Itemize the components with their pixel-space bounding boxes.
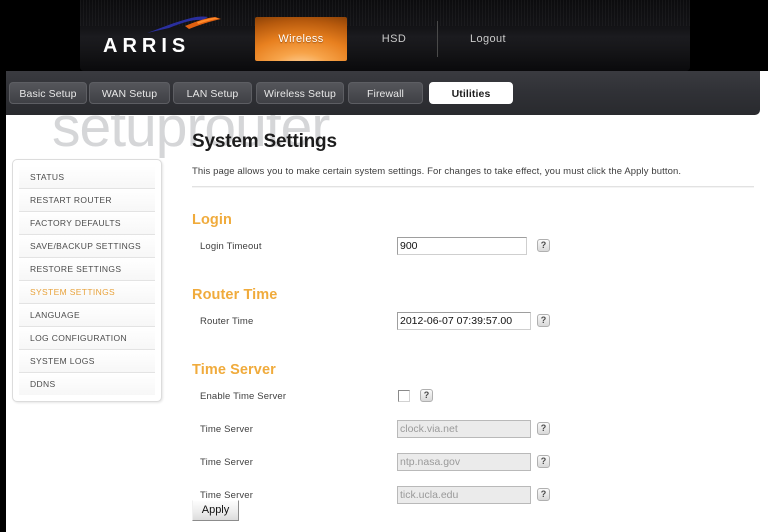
sidebar-label-system-settings: SYSTEM SETTINGS (30, 287, 115, 297)
topnav-label-hsd: HSD (382, 33, 406, 45)
input-time-server-3[interactable] (397, 486, 531, 504)
label-router-time: Router Time (200, 316, 253, 327)
topnav-divider (437, 21, 438, 57)
sidebar-item-save-backup-settings[interactable]: SAVE/BACKUP SETTINGS (19, 235, 155, 258)
label-time-server-2: Time Server (200, 457, 253, 468)
help-icon-login-timeout[interactable]: ? (537, 239, 550, 252)
topnav-label-logout: Logout (470, 33, 506, 45)
tab-label-utilities: Utilities (452, 88, 491, 100)
sidebar-label-log-configuration: LOG CONFIGURATION (30, 333, 127, 343)
sidebar-item-log-configuration[interactable]: LOG CONFIGURATION (19, 327, 155, 350)
input-time-server-1[interactable] (397, 420, 531, 438)
sidebar-item-language[interactable]: LANGUAGE (19, 304, 155, 327)
topnav-item-hsd[interactable]: HSD (355, 17, 433, 61)
page-description: This page allows you to make certain sys… (192, 166, 758, 177)
topnav-item-wireless[interactable]: Wireless (255, 17, 347, 61)
arris-logo[interactable]: ARRIS (103, 16, 221, 60)
tab-label-firewall: Firewall (367, 88, 404, 100)
input-time-server-2[interactable] (397, 453, 531, 471)
sidebar-label-restore-settings: RESTORE SETTINGS (30, 264, 121, 274)
sidebar-label-restart-router: RESTART ROUTER (30, 195, 112, 205)
header-divider (192, 186, 754, 188)
label-time-server-1: Time Server (200, 424, 253, 435)
sidebar-item-system-logs[interactable]: SYSTEM LOGS (19, 350, 155, 373)
help-icon-time-server-2[interactable]: ? (537, 455, 550, 468)
utilities-sidebar: STATUS RESTART ROUTER FACTORY DEFAULTS S… (12, 159, 162, 402)
arris-swoosh-icon (145, 16, 221, 34)
field-row-time-server-3: Time Server ? (192, 486, 758, 510)
section-heading-login: Login (192, 212, 758, 228)
tab-lan-setup[interactable]: LAN Setup (173, 82, 252, 104)
field-row-time-server-1: Time Server ? (192, 420, 758, 444)
input-login-timeout[interactable] (397, 237, 527, 255)
field-row-time-server-2: Time Server ? (192, 453, 758, 477)
sidebar-label-ddns: DDNS (30, 379, 56, 389)
sidebar-item-factory-defaults[interactable]: FACTORY DEFAULTS (19, 212, 155, 235)
apply-button[interactable]: Apply (192, 500, 239, 521)
help-icon-enable-time-server[interactable]: ? (420, 389, 433, 402)
section-heading-time-server: Time Server (192, 362, 758, 378)
field-row-router-time: Router Time ? (192, 312, 758, 336)
checkbox-enable-time-server[interactable] (398, 390, 410, 402)
field-row-login-timeout: Login Timeout ? (192, 237, 758, 261)
tab-wireless-setup[interactable]: Wireless Setup (256, 82, 344, 104)
help-icon-time-server-3[interactable]: ? (537, 488, 550, 501)
tab-firewall[interactable]: Firewall (348, 82, 423, 104)
router-admin-page: ARRIS Wireless HSD Logout Basic Setup WA… (0, 0, 768, 532)
tab-label-wan-setup: WAN Setup (102, 88, 157, 100)
sidebar-label-language: LANGUAGE (30, 310, 80, 320)
sidebar-label-status: STATUS (30, 172, 64, 182)
main-content: System Settings This page allows you to … (192, 115, 758, 510)
masthead: ARRIS Wireless HSD Logout (0, 0, 768, 71)
help-icon-router-time[interactable]: ? (537, 314, 550, 327)
tab-wan-setup[interactable]: WAN Setup (89, 82, 170, 104)
topnav-item-logout[interactable]: Logout (445, 17, 531, 61)
sidebar-item-status[interactable]: STATUS (19, 166, 155, 189)
label-enable-time-server: Enable Time Server (200, 391, 286, 402)
tab-utilities[interactable]: Utilities (429, 82, 513, 104)
sidebar-item-restart-router[interactable]: RESTART ROUTER (19, 189, 155, 212)
field-row-enable-time-server: Enable Time Server ? (192, 387, 758, 411)
sidebar-label-factory-defaults: FACTORY DEFAULTS (30, 218, 121, 228)
section-heading-router-time: Router Time (192, 287, 758, 303)
input-router-time[interactable] (397, 312, 531, 330)
tab-label-basic-setup: Basic Setup (19, 88, 76, 100)
sidebar-item-restore-settings[interactable]: RESTORE SETTINGS (19, 258, 155, 281)
tab-basic-setup[interactable]: Basic Setup (9, 82, 87, 104)
sidebar-label-save-backup-settings: SAVE/BACKUP SETTINGS (30, 241, 141, 251)
arris-wordmark: ARRIS (103, 35, 221, 58)
page-title: System Settings (192, 131, 758, 153)
sidebar-label-system-logs: SYSTEM LOGS (30, 356, 95, 366)
tab-label-lan-setup: LAN Setup (187, 88, 239, 100)
tab-label-wireless-setup: Wireless Setup (264, 88, 336, 100)
sidebar-item-ddns[interactable]: DDNS (19, 373, 155, 395)
topnav-label-wireless: Wireless (278, 33, 323, 45)
left-edge-strip (0, 0, 6, 532)
label-login-timeout: Login Timeout (200, 241, 262, 252)
sidebar-item-system-settings[interactable]: SYSTEM SETTINGS (19, 281, 155, 304)
section-tabbar: Basic Setup WAN Setup LAN Setup Wireless… (0, 71, 760, 115)
help-icon-time-server-1[interactable]: ? (537, 422, 550, 435)
